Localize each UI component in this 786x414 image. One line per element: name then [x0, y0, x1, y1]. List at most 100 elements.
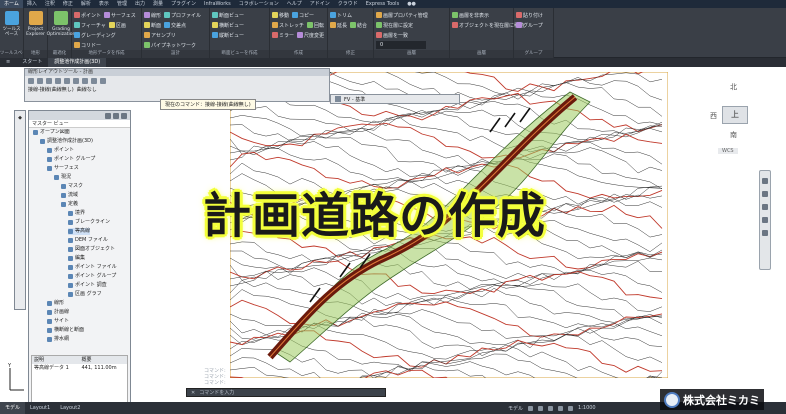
ribbon-button[interactable]: ポイント — [74, 11, 101, 19]
ribbon-button[interactable]: 移動 — [272, 11, 289, 19]
snap-icon[interactable] — [538, 405, 544, 411]
ribbon-button[interactable]: プロファイル — [164, 11, 201, 19]
tree-item[interactable]: 現況 — [54, 174, 71, 181]
ribbon-button[interactable]: 線形 — [144, 11, 161, 19]
command-line[interactable]: ✕ コマンドを入力 — [186, 388, 386, 397]
layout-tab[interactable]: モデル — [0, 402, 26, 414]
ribbon-button[interactable]: グレーディング — [74, 31, 116, 39]
tree-item[interactable]: DEM ファイル — [68, 237, 108, 244]
viewcube-south-label[interactable]: 南 — [730, 130, 737, 140]
edit-icon[interactable] — [55, 77, 61, 84]
ribbon-button[interactable]: グループ — [516, 21, 543, 29]
command-input[interactable]: コマンドを入力 — [199, 389, 234, 396]
ribbon-button[interactable]: 横断ビュー — [212, 21, 244, 29]
ribbon-button[interactable]: 区画 — [108, 21, 126, 29]
prospector-tree[interactable]: オープン図面 調整池作成計画(3D) ポイント ポイント グループ サーフェス 現況 マスク… — [29, 129, 130, 345]
tree-item[interactable]: 境界 — [68, 210, 85, 217]
tree-item[interactable]: 編集 — [68, 255, 85, 262]
menu-tab[interactable]: ●● — [403, 0, 420, 8]
ribbon-button[interactable]: ミラー — [272, 31, 294, 39]
tree-item[interactable]: 計画線 — [47, 309, 69, 316]
curve-mode-label[interactable]: 曲線なし — [77, 86, 97, 93]
table-row[interactable]: 等高線データ 1 441, 111.00m — [32, 364, 127, 372]
layer-dropdown[interactable]: 0 — [376, 41, 426, 49]
ribbon-button[interactable]: コリドー — [74, 41, 101, 49]
ribbon-button[interactable]: アセンブリ — [144, 31, 176, 39]
navigation-bar[interactable] — [759, 170, 771, 270]
menu-tab[interactable]: アドイン — [306, 0, 334, 8]
ribbon-button[interactable]: 縦断ビュー — [212, 31, 244, 39]
menu-tab[interactable]: InfraWorks — [200, 0, 235, 8]
viewcube[interactable]: 北 西 上 南 WCS — [710, 82, 762, 160]
profile-icon[interactable] — [335, 96, 341, 102]
toolspace-close-icon[interactable] — [121, 112, 127, 119]
toolspace-panel[interactable]: マスター ビュー オープン図面 調整池作成計画(3D) ポイント ポイント グループサ… — [28, 110, 131, 412]
tree-item[interactable]: 等高線 — [68, 228, 91, 235]
menu-tab[interactable]: 表示 — [95, 0, 113, 8]
ribbon-button[interactable]: サーフェス — [104, 11, 136, 19]
menu-tab[interactable]: 修正 — [59, 0, 77, 8]
ortho-icon[interactable] — [548, 405, 554, 411]
tree-item[interactable]: サーフェス — [47, 165, 79, 172]
tree-item[interactable]: サイト — [47, 318, 69, 325]
menu-tab[interactable]: 測量 — [149, 0, 167, 8]
steeringwheel-icon[interactable] — [762, 178, 768, 184]
zoom-icon[interactable] — [762, 204, 768, 210]
ribbon-button[interactable]: 尺度変更 — [297, 31, 324, 39]
tree-item[interactable]: 図面オブジェクト — [68, 246, 115, 253]
toolspace-help-icon[interactable] — [113, 112, 119, 119]
polar-icon[interactable] — [558, 405, 564, 411]
ribbon-button[interactable]: 断面 — [144, 21, 161, 29]
pick-icon[interactable] — [73, 77, 79, 84]
viewcube-west-label[interactable]: 西 — [710, 111, 717, 121]
ribbon-button[interactable]: ストレッチ — [272, 21, 304, 29]
redo-icon[interactable] — [100, 77, 106, 84]
tree-item[interactable]: ポイント ファイル — [68, 264, 117, 271]
tree-item[interactable]: 区画 グラフ — [68, 291, 102, 298]
ribbon-button[interactable]: 結合 — [350, 21, 367, 29]
ribbon-button[interactable]: 断面ビュー — [212, 11, 244, 19]
tangent-mode-label[interactable]: 接線-接線(曲線無し) — [28, 86, 74, 93]
command-close-icon[interactable]: ✕ — [191, 389, 195, 396]
menu-tab[interactable]: コラボレーション — [235, 0, 283, 8]
tree-item[interactable]: ポイント グループ — [47, 156, 95, 163]
tree-item[interactable]: 定義 — [61, 201, 78, 208]
menu-tab[interactable]: 注釈 — [41, 0, 59, 8]
viewcube-wcs-menu[interactable]: WCS — [718, 148, 738, 154]
pan-icon[interactable] — [762, 191, 768, 197]
osnap-icon[interactable] — [568, 405, 574, 411]
ribbon-button[interactable]: 交差点 — [164, 21, 186, 29]
ribbon-button[interactable]: 回転 — [307, 21, 324, 29]
tree-item[interactable]: ポイント グループ — [68, 273, 116, 280]
toolspace-menu-icon[interactable] — [105, 112, 111, 119]
undo-icon[interactable] — [91, 77, 97, 84]
toolspace-side-tab[interactable]: ◆ — [17, 115, 23, 121]
ribbon-button[interactable]: 延長 — [330, 21, 347, 29]
tree-item[interactable]: 調整池作成計画(3D) — [40, 138, 93, 145]
ribbon-button[interactable]: 貼り付け — [516, 11, 543, 19]
model-space-toggle[interactable]: モデル — [508, 405, 523, 412]
tree-item[interactable]: ポイント 調査 — [68, 282, 107, 289]
menu-tab[interactable]: ヘルプ — [283, 0, 306, 8]
annotation-scale[interactable]: 1:1000 — [578, 405, 596, 411]
spiral-icon[interactable] — [46, 77, 52, 84]
tree-item[interactable]: ポイント — [47, 147, 74, 154]
grid-icon[interactable] — [82, 77, 88, 84]
showmotion-icon[interactable] — [762, 230, 768, 236]
curve-icon[interactable] — [37, 77, 43, 84]
menu-tab[interactable]: プラグイン — [167, 0, 200, 8]
tree-item[interactable]: 排水網 — [47, 336, 69, 343]
ribbon-large-button[interactable]: ツールスペース — [2, 11, 21, 45]
tree-item[interactable]: ブレークライン — [68, 219, 110, 226]
tree-item[interactable]: マスク — [61, 183, 83, 190]
tree-item[interactable]: オープン図面 — [33, 129, 70, 136]
ribbon-button[interactable]: コピー — [292, 11, 314, 19]
layout-tab[interactable]: Layout2 — [55, 402, 85, 414]
profile-toolbar[interactable]: FV - 基準 — [330, 94, 460, 104]
ribbon-button[interactable]: 画層プロパティ管理 — [376, 11, 428, 19]
ribbon-large-button[interactable]: Grading Optimization — [47, 11, 75, 45]
tree-item[interactable]: 流域 — [61, 192, 78, 199]
toolspace-view-selector[interactable]: マスター ビュー — [29, 120, 130, 128]
menu-tab[interactable]: 管理 — [113, 0, 131, 8]
tree-item[interactable]: 横断線と断面 — [47, 327, 84, 334]
